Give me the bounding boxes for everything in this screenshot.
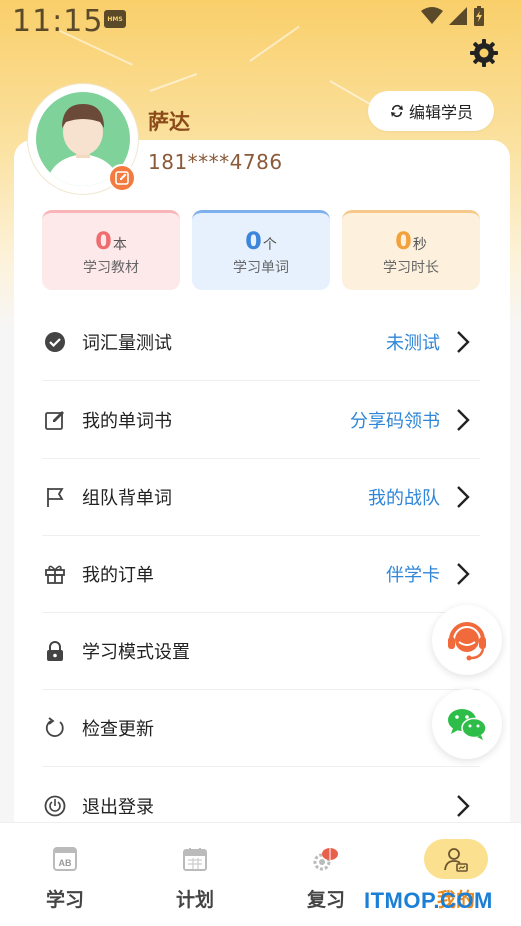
menu-check-update[interactable]: 检查更新 <box>42 690 480 767</box>
settings-gear-icon[interactable] <box>469 38 499 68</box>
menu-vocab-test[interactable]: 词汇量测试 未测试 <box>42 304 480 381</box>
profile-icon <box>444 848 468 872</box>
chevron-right-icon <box>457 331 470 353</box>
chevron-right-icon <box>457 563 470 585</box>
calendar-icon <box>183 848 207 871</box>
refresh-icon <box>42 715 68 741</box>
stat-duration[interactable]: 0 秒 学习时长 <box>342 210 480 290</box>
edit-avatar-button[interactable] <box>108 164 136 192</box>
tab-label: 学习 <box>45 889 84 911</box>
lock-icon <box>42 638 68 664</box>
tab-plan[interactable]: 计划 <box>130 823 260 926</box>
wechat-icon <box>448 709 487 740</box>
menu-label: 退出登录 <box>82 796 154 818</box>
headset-agent-icon <box>448 622 486 661</box>
stat-label: 学习教材 <box>83 259 139 276</box>
menu-label: 组队背单词 <box>82 488 172 509</box>
stat-value: 0 <box>245 226 262 255</box>
customer-service-button[interactable] <box>432 605 502 675</box>
signal-icon <box>449 7 467 25</box>
username: 萨达 <box>148 110 190 134</box>
chevron-right-icon <box>457 486 470 508</box>
edit-note-icon <box>42 407 68 433</box>
check-circle-icon <box>42 329 68 355</box>
pencil-icon <box>115 171 129 185</box>
svg-text:AB: AB <box>59 858 72 868</box>
menu-study-mode[interactable]: 学习模式设置 <box>42 613 480 690</box>
logout-icon <box>42 793 68 819</box>
chevron-right-icon <box>457 794 470 817</box>
stat-unit: 本 <box>112 236 127 253</box>
stat-unit: 秒 <box>412 236 427 253</box>
menu-label: 词汇量测试 <box>82 333 172 354</box>
stat-words[interactable]: 0 个 学习单词 <box>192 210 330 290</box>
stat-unit: 个 <box>262 236 277 253</box>
stat-value: 0 <box>395 226 412 255</box>
menu-value: 分享码领书 <box>350 411 440 432</box>
tab-study[interactable]: AB 学习 <box>0 823 130 926</box>
wechat-button[interactable] <box>432 689 502 759</box>
menu-label: 检查更新 <box>82 719 154 740</box>
status-time: 11:15 <box>12 4 104 39</box>
menu-value: 我的战队 <box>368 488 440 509</box>
hms-badge: HMS <box>104 10 126 28</box>
watermark: ITMOP.COM <box>364 888 493 913</box>
flag-icon <box>42 484 68 510</box>
status-bar: 11:15 HMS <box>0 0 521 46</box>
menu-value: 伴学卡 <box>386 565 440 586</box>
battery-icon <box>474 6 484 26</box>
stat-value: 0 <box>95 226 112 255</box>
menu-value: 未测试 <box>386 333 440 354</box>
edit-student-button[interactable]: 编辑学员 <box>368 91 494 131</box>
chevron-right-icon <box>457 409 470 431</box>
edit-student-label: 编辑学员 <box>408 103 473 122</box>
stat-textbooks[interactable]: 0 本 学习教材 <box>42 210 180 290</box>
stat-label: 学习单词 <box>233 259 289 276</box>
gift-icon <box>42 561 68 587</box>
sync-icon <box>390 105 403 117</box>
tab-label: 计划 <box>175 889 214 911</box>
phone-number: 181****4786 <box>148 150 283 174</box>
textbook-icon: AB <box>53 847 77 871</box>
menu-word-book[interactable]: 我的单词书 分享码领书 <box>42 382 480 459</box>
menu-label: 学习模式设置 <box>82 642 190 663</box>
menu-label: 我的订单 <box>82 565 154 586</box>
menu-label: 我的单词书 <box>82 411 172 432</box>
menu-orders[interactable]: 我的订单 伴学卡 <box>42 536 480 613</box>
stat-label: 学习时长 <box>383 259 439 276</box>
brain-gear-icon <box>313 848 338 871</box>
wifi-icon <box>421 7 443 24</box>
menu-team-words[interactable]: 组队背单词 我的战队 <box>42 459 480 536</box>
